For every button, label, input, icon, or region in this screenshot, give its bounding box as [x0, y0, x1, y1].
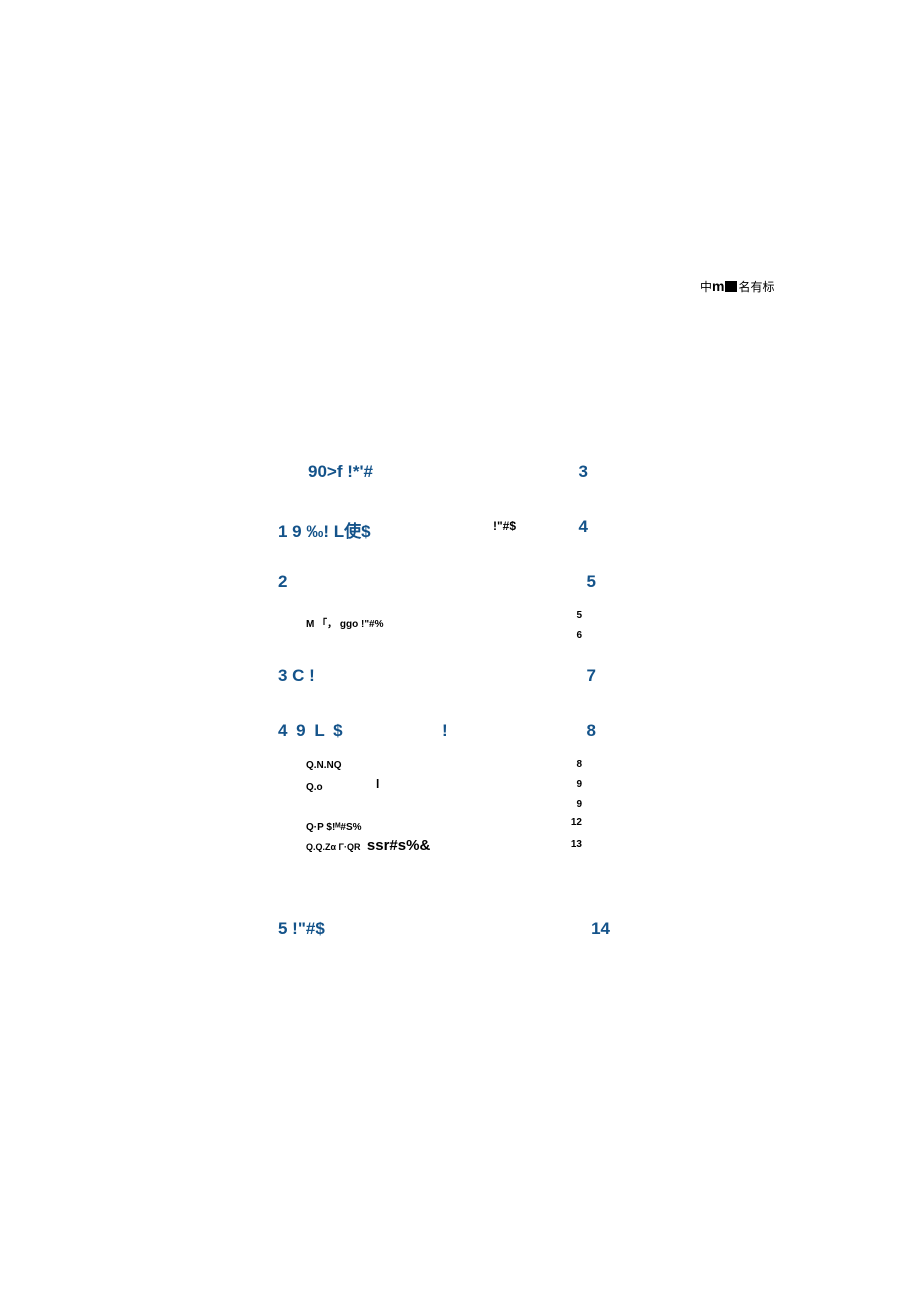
toc-4-mid: !	[442, 721, 448, 741]
toc-5-page: 14	[591, 919, 610, 939]
header-block-icon	[725, 281, 737, 292]
toc-5-label: 5 !"#$	[278, 919, 325, 939]
toc-4-sub-1-label: Q.o	[306, 782, 323, 793]
toc-row-1: 1 9 ‰! L使$ !"#$ 4	[278, 517, 618, 572]
toc-row-4-sub-0: Q.N.NQ 8	[278, 755, 618, 777]
toc-4-sub-4-ssr: ssr#s%&	[367, 837, 430, 854]
header-m: m	[712, 278, 724, 294]
toc-top-page: 3	[579, 462, 588, 482]
header-watermark: 中m 名有标	[700, 278, 774, 295]
toc-top-label: 90>f !*'#	[278, 462, 373, 482]
toc-row-2-sub-0: M 「， ggo !"#% 5	[278, 614, 618, 634]
toc-2-sub-0-page: 5	[576, 610, 582, 621]
toc-2-sub-0-label: M 「， ggo !"#%	[306, 615, 384, 630]
toc-row-top: 90>f !*'# 3	[278, 462, 618, 517]
toc-row-3: 3 C ! 7	[278, 666, 618, 721]
toc-2-label: 2	[278, 572, 287, 592]
toc-2-page: 5	[587, 572, 596, 592]
toc-1-mid: !"#$	[493, 519, 516, 533]
toc-4-sub-0-page: 8	[576, 759, 582, 770]
toc-row-4-sub-4: Q.Q.Zα Γ·QR ssr#s%& 13	[278, 837, 618, 859]
toc-row-2: 2 5	[278, 572, 618, 614]
table-of-contents: 90>f !*'# 3 1 9 ‰! L使$ !"#$ 4 2 5 M 「， g…	[278, 462, 618, 939]
toc-4-sub-3-page: 12	[571, 817, 582, 828]
toc-4-sub-4-page: 13	[571, 839, 582, 850]
toc-4-sub-1-mid: l	[376, 777, 379, 791]
header-left: 中	[700, 280, 712, 294]
toc-row-4-sub-3: Q·P $!ᴹ#S% 12	[278, 817, 618, 837]
toc-4-sub-2-page: 9	[576, 799, 582, 810]
toc-row-4-sub-1: Q.o l 9	[278, 777, 618, 799]
toc-4-label: 4 9 L $	[278, 721, 345, 741]
toc-3-label: 3 C !	[278, 666, 315, 686]
toc-row-4: 4 9 L $ ! 8	[278, 721, 618, 755]
toc-4-page: 8	[587, 721, 596, 741]
toc-4-sub-4-label: Q.Q.Zα Γ·QR	[306, 842, 360, 852]
toc-row-5: 5 !"#$ 14	[278, 919, 618, 939]
toc-3-page: 7	[587, 666, 596, 686]
toc-4-sub-1-page: 9	[576, 779, 582, 790]
toc-row-2-sub-1: 6	[278, 634, 618, 666]
header-right: 名有标	[738, 280, 774, 294]
toc-2-sub-1-page: 6	[576, 630, 582, 641]
toc-1-page: 4	[579, 517, 588, 537]
toc-row-4-sub-2: 9	[278, 799, 618, 817]
toc-4-sub-0-label: Q.N.NQ	[306, 760, 342, 771]
toc-4-sub-3-label: Q·P $!ᴹ#S%	[306, 822, 362, 833]
toc-1-label: 1 9 ‰! L使$	[278, 517, 371, 542]
